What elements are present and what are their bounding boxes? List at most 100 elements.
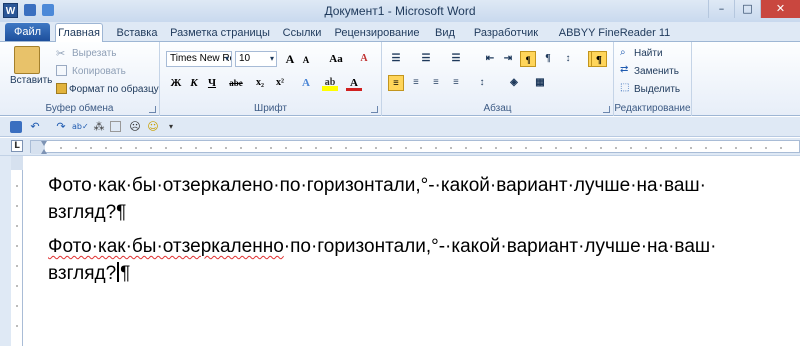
grow-font-button[interactable]: A <box>282 51 298 67</box>
tab-abbyy[interactable]: ABBYY FineReader 11 <box>552 24 677 42</box>
paragraph-2[interactable]: Фото·как·бы·отзеркаленно·по·горизонтали,… <box>48 233 788 287</box>
italic-button[interactable]: К <box>186 75 202 91</box>
font-label: Шрифт <box>254 103 287 114</box>
customize-icon[interactable]: ▾ <box>164 120 178 134</box>
tab-selector[interactable]: L <box>11 140 23 152</box>
blank-icon[interactable] <box>110 121 121 132</box>
increase-indent-icon[interactable]: ⇥ <box>500 51 516 67</box>
paragraph-1[interactable]: Фото·как·бы·отзеркалено·по·горизонтали,°… <box>48 172 788 226</box>
ruler-row: L <box>0 138 800 156</box>
align-left-icon[interactable]: ≡ <box>388 75 404 91</box>
subscript-button[interactable]: x₂ <box>252 75 268 91</box>
undo-icon[interactable]: ↶ <box>28 120 42 134</box>
document-page[interactable]: Фото·как·бы·отзеркалено·по·горизонтали,°… <box>24 156 800 346</box>
find-button[interactable]: Найти <box>634 48 663 59</box>
paragraph-2-line-2: взгляд? ¶ <box>48 260 788 287</box>
borders-icon[interactable]: ▦ <box>532 75 548 91</box>
horizontal-ruler[interactable] <box>30 140 800 154</box>
tab-insert[interactable]: Вставка <box>112 24 162 42</box>
misspelled-word[interactable]: Фото·как·бы·отзеркаленно <box>48 236 284 257</box>
editing-label: Редактирование <box>614 103 691 114</box>
ltr-direction-icon[interactable]: ¶ <box>520 51 536 67</box>
text-effects-button[interactable]: A <box>298 75 314 91</box>
select-button[interactable]: Выделить <box>634 84 680 95</box>
paste-icon[interactable] <box>14 46 40 74</box>
paragraph-mark: ¶ <box>120 263 131 284</box>
group-editing: ⌕ Найти ⇄ Заменить ⬚ Выделить Редактиров… <box>614 42 692 116</box>
window-controls: – □ ✕ <box>708 0 800 18</box>
paragraph-1-line-1: Фото·как·бы·отзеркалено·по·горизонтали,°… <box>48 175 706 196</box>
tab-page-layout[interactable]: Разметка страницы <box>170 24 270 42</box>
replace-button[interactable]: Заменить <box>634 66 679 77</box>
shading-icon[interactable]: ◈ <box>506 75 522 91</box>
font-size-combo[interactable]: 10 ▾ <box>235 51 277 67</box>
paste-button[interactable]: Вставить <box>10 75 52 86</box>
ruler-ticks <box>31 141 782 154</box>
superscript-button[interactable]: x² <box>272 75 288 91</box>
format-painter-icon <box>56 83 67 94</box>
vertical-ruler-strip <box>0 156 11 346</box>
group-styles: ¶ <box>588 42 613 116</box>
vertical-ruler[interactable] <box>11 156 23 346</box>
redo-icon[interactable]: ↷ <box>54 120 68 134</box>
copy-icon <box>56 65 67 76</box>
font-family-combo[interactable]: Times New Rc ▾ <box>166 51 232 67</box>
paragraph-2-line-1: Фото·как·бы·отзеркаленно·по·горизонтали,… <box>48 233 788 260</box>
format-painter-button[interactable]: Формат по образцу <box>69 84 159 95</box>
copy-button[interactable]: Копировать <box>72 66 126 77</box>
clipboard-label: Буфер обмена <box>45 103 114 114</box>
paragraph-label: Абзац <box>483 103 512 114</box>
window-title: Документ1 - Microsoft Word <box>324 4 476 18</box>
paragraph-1-line-2: взгляд?¶ <box>48 202 127 223</box>
save-icon[interactable] <box>10 121 22 133</box>
minimize-button[interactable]: – <box>708 0 734 18</box>
vertical-ruler-ticks <box>11 156 23 327</box>
quick-access-toolbar: ↶ ↷ ab✓ ⁂ ☹ ☺ ▾ <box>0 117 800 137</box>
bullets-icon[interactable]: ☰ <box>388 51 404 67</box>
rtl-direction-icon[interactable]: ¶ <box>540 51 556 67</box>
paragraph-2-line-2-text: взгляд? <box>48 263 117 284</box>
clipboard-launcher-icon[interactable] <box>149 106 156 113</box>
tab-file[interactable]: Файл <box>5 23 50 41</box>
decrease-indent-icon[interactable]: ⇤ <box>482 51 498 67</box>
multilevel-list-icon[interactable]: ☰ <box>448 51 464 67</box>
network-icon[interactable]: ⁂ <box>92 120 106 134</box>
tab-references[interactable]: Ссылки <box>280 24 324 42</box>
align-center-icon[interactable]: ≡ <box>408 75 424 91</box>
sad-icon[interactable]: ☹ <box>128 120 142 134</box>
group-clipboard: Вставить ✂ Вырезать Копировать Формат по… <box>0 42 160 116</box>
font-launcher-icon[interactable] <box>371 106 378 113</box>
tab-view[interactable]: Вид <box>430 24 460 42</box>
justify-icon[interactable]: ≡ <box>448 75 464 91</box>
group-font: Times New Rc ▾ 10 ▾ A A Aa A Ж К Ч abe x₂ … <box>160 42 382 116</box>
strikethrough-button[interactable]: abe <box>224 75 248 91</box>
highlight-button[interactable]: ab <box>322 75 338 91</box>
select-icon: ⬚ <box>620 82 630 93</box>
line-spacing-icon[interactable]: ↕ <box>474 75 490 91</box>
shrink-font-button[interactable]: A <box>298 52 314 68</box>
text-cursor <box>117 262 120 282</box>
scissors-icon: ✂ <box>56 48 66 60</box>
underline-button[interactable]: Ч <box>204 75 220 91</box>
spelling-icon[interactable]: ab✓ <box>72 120 89 134</box>
group-paragraph: ☰ ☰ ☰ ⇤ ⇥ ¶ ¶ ↕ ¶ ≡ ≡ ≡ ≡ ↕ ◈ ▦ Абзац <box>382 42 614 116</box>
styles-button[interactable]: ¶ <box>591 51 607 67</box>
align-right-icon[interactable]: ≡ <box>428 75 444 91</box>
cut-button[interactable]: Вырезать <box>72 48 116 59</box>
tab-home[interactable]: Главная <box>55 23 103 43</box>
tab-developer[interactable]: Разработчик <box>468 24 544 42</box>
sort-icon[interactable]: ↕ <box>560 51 576 67</box>
close-button[interactable]: ✕ <box>760 0 800 18</box>
ribbon-tabs: Файл Главная Вставка Разметка страницы С… <box>0 22 800 43</box>
replace-icon: ⇄ <box>620 64 629 75</box>
font-color-button[interactable]: A <box>346 75 362 91</box>
smile-icon[interactable]: ☺ <box>146 120 160 134</box>
bold-button[interactable]: Ж <box>168 75 184 91</box>
tab-review[interactable]: Рецензирование <box>333 24 421 42</box>
clear-format-icon[interactable]: A <box>356 51 372 67</box>
maximize-button[interactable]: □ <box>734 0 760 18</box>
numbering-icon[interactable]: ☰ <box>418 51 434 67</box>
title-bar: W Документ1 - Microsoft Word – □ ✕ <box>0 0 800 22</box>
find-icon: ⌕ <box>620 47 626 58</box>
change-case-button[interactable]: Aa <box>325 51 347 67</box>
